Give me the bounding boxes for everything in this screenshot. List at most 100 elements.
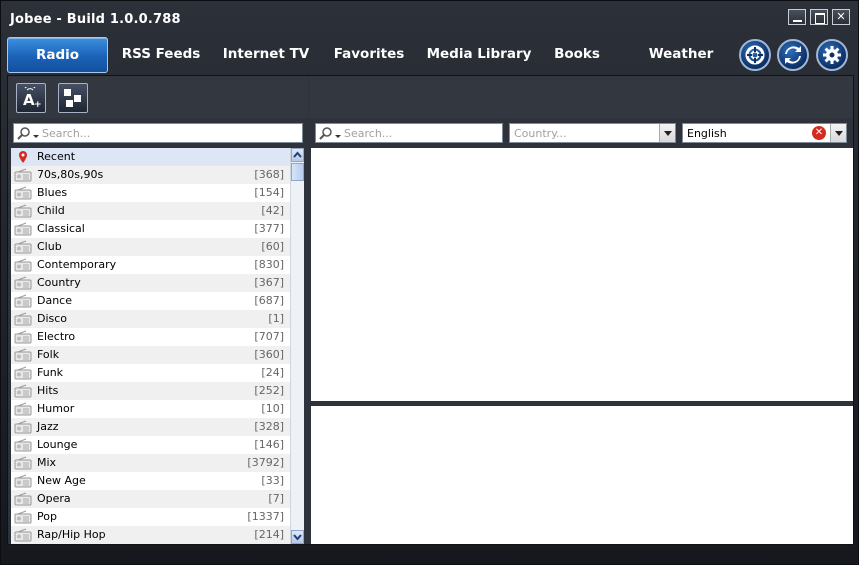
- list-item[interactable]: Disco [1]: [11, 310, 290, 328]
- list-item[interactable]: New Age [33]: [11, 472, 290, 490]
- genre-label: Mix: [37, 456, 57, 469]
- add-station-icon: A +: [23, 87, 42, 109]
- svg-text:+: +: [34, 100, 42, 109]
- group-icon: [64, 89, 81, 107]
- add-station-button[interactable]: A +: [16, 83, 46, 113]
- list-item[interactable]: Electro [707]: [11, 328, 290, 346]
- list-item[interactable]: Classical [377]: [11, 220, 290, 238]
- genre-label: Club: [37, 240, 62, 253]
- list-item[interactable]: Opera [7]: [11, 490, 290, 508]
- radio-icon: [14, 510, 32, 524]
- genre-search-input[interactable]: [42, 126, 298, 140]
- genre-label: Electro: [37, 330, 76, 343]
- tab-radio[interactable]: Radio: [7, 37, 108, 73]
- list-item[interactable]: Jazz [328]: [11, 418, 290, 436]
- list-item[interactable]: Blues [154]: [11, 184, 290, 202]
- scroll-up-icon[interactable]: [291, 148, 304, 162]
- clear-icon[interactable]: ✕: [812, 126, 826, 140]
- station-search-field[interactable]: [315, 123, 503, 143]
- genre-panel: A+ Recent 70s,80s,90s [368] Blues [154] Child…: [8, 76, 308, 544]
- country-select[interactable]: Country...: [509, 123, 676, 143]
- genre-search-field[interactable]: [13, 123, 303, 143]
- genre-count: [368]: [254, 168, 284, 181]
- refresh-icon[interactable]: [777, 39, 809, 71]
- genre-label: Child: [37, 204, 65, 217]
- genre-label: New Age: [37, 474, 86, 487]
- search-icon: [17, 127, 39, 140]
- scroll-thumb[interactable]: [291, 163, 304, 181]
- genre-count: [3792]: [247, 456, 284, 469]
- list-item[interactable]: Funk [24]: [11, 364, 290, 382]
- list-item[interactable]: Child [42]: [11, 202, 290, 220]
- lifebuoy-icon[interactable]: [739, 39, 771, 71]
- genre-label: Jazz: [37, 420, 59, 433]
- list-item[interactable]: Club [60]: [11, 238, 290, 256]
- radio-icon: [14, 492, 32, 506]
- genre-label: Dance: [37, 294, 72, 307]
- tab-media-library[interactable]: Media Library: [421, 37, 537, 73]
- list-item[interactable]: Recent: [11, 148, 290, 166]
- genre-label: Classical: [37, 222, 85, 235]
- station-details-pane[interactable]: [311, 406, 853, 544]
- genre-count: [24]: [261, 366, 284, 379]
- list-item[interactable]: Mix [3792]: [11, 454, 290, 472]
- group-view-button[interactable]: [58, 83, 88, 113]
- radio-icon: [14, 420, 32, 434]
- radio-icon: [14, 456, 32, 470]
- genre-list-scrollbar[interactable]: [290, 148, 304, 544]
- genre-count: [214]: [254, 528, 284, 541]
- tab-books[interactable]: Books: [545, 37, 609, 73]
- scroll-down-icon[interactable]: [291, 530, 304, 544]
- genre-label: Folk: [37, 348, 60, 361]
- window-title: Jobee - Build 1.0.0.788: [10, 12, 181, 27]
- genre-count: [146]: [254, 438, 284, 451]
- radio-icon: [14, 384, 32, 398]
- list-item[interactable]: Folk [360]: [11, 346, 290, 364]
- list-item[interactable]: Pop [1337]: [11, 508, 290, 526]
- list-item[interactable]: 70s,80s,90s [368]: [11, 166, 290, 184]
- genre-label: Opera: [37, 492, 71, 505]
- tab-rss-feeds[interactable]: RSS Feeds: [115, 37, 207, 73]
- maximize-button[interactable]: [810, 9, 828, 25]
- station-toolbar: [309, 76, 853, 118]
- genre-count: [10]: [261, 402, 284, 415]
- station-list-pane[interactable]: [311, 148, 853, 401]
- genre-count: [7]: [268, 492, 284, 505]
- title-bar[interactable]: Jobee - Build 1.0.0.788 ✕: [1, 1, 858, 35]
- list-item[interactable]: Dance [687]: [11, 292, 290, 310]
- list-item[interactable]: Lounge [146]: [11, 436, 290, 454]
- language-select[interactable]: English ✕: [682, 123, 847, 143]
- genre-count: [252]: [254, 384, 284, 397]
- search-icon: [319, 127, 341, 140]
- list-item[interactable]: Contemporary [830]: [11, 256, 290, 274]
- genre-label: Funk: [37, 366, 64, 379]
- genre-count: [687]: [254, 294, 284, 307]
- genre-count: [42]: [261, 204, 284, 217]
- radio-icon: [14, 366, 32, 380]
- gear-icon[interactable]: [816, 39, 848, 71]
- radio-icon: [14, 348, 32, 362]
- radio-icon: [14, 438, 32, 452]
- close-button[interactable]: ✕: [832, 9, 850, 25]
- tab-bar: Radio RSS Feeds Internet TV Favorites Me…: [5, 35, 856, 75]
- chevron-down-icon[interactable]: [830, 124, 846, 142]
- language-select-value: English: [687, 127, 727, 140]
- tab-favorites[interactable]: Favorites: [327, 37, 411, 73]
- list-item[interactable]: Humor [10]: [11, 400, 290, 418]
- tab-internet-tv[interactable]: Internet TV: [215, 37, 317, 73]
- radio-icon: [14, 474, 32, 488]
- genre-label: 70s,80s,90s: [37, 168, 104, 181]
- tab-weather[interactable]: Weather: [641, 37, 721, 73]
- genre-count: [1337]: [247, 510, 284, 523]
- station-search-input[interactable]: [344, 126, 498, 140]
- list-item[interactable]: Rap/Hip Hop [214]: [11, 526, 290, 544]
- list-item[interactable]: Hits [252]: [11, 382, 290, 400]
- app-window: Jobee - Build 1.0.0.788 ✕ Radio RSS Feed…: [0, 0, 859, 565]
- list-item[interactable]: Country [367]: [11, 274, 290, 292]
- genre-list: Recent 70s,80s,90s [368] Blues [154] Child [42…: [11, 148, 304, 544]
- radio-icon: [14, 312, 32, 326]
- genre-label: Humor: [37, 402, 75, 415]
- genre-label: Blues: [37, 186, 68, 199]
- chevron-down-icon[interactable]: [659, 124, 675, 142]
- minimize-button[interactable]: [788, 9, 806, 25]
